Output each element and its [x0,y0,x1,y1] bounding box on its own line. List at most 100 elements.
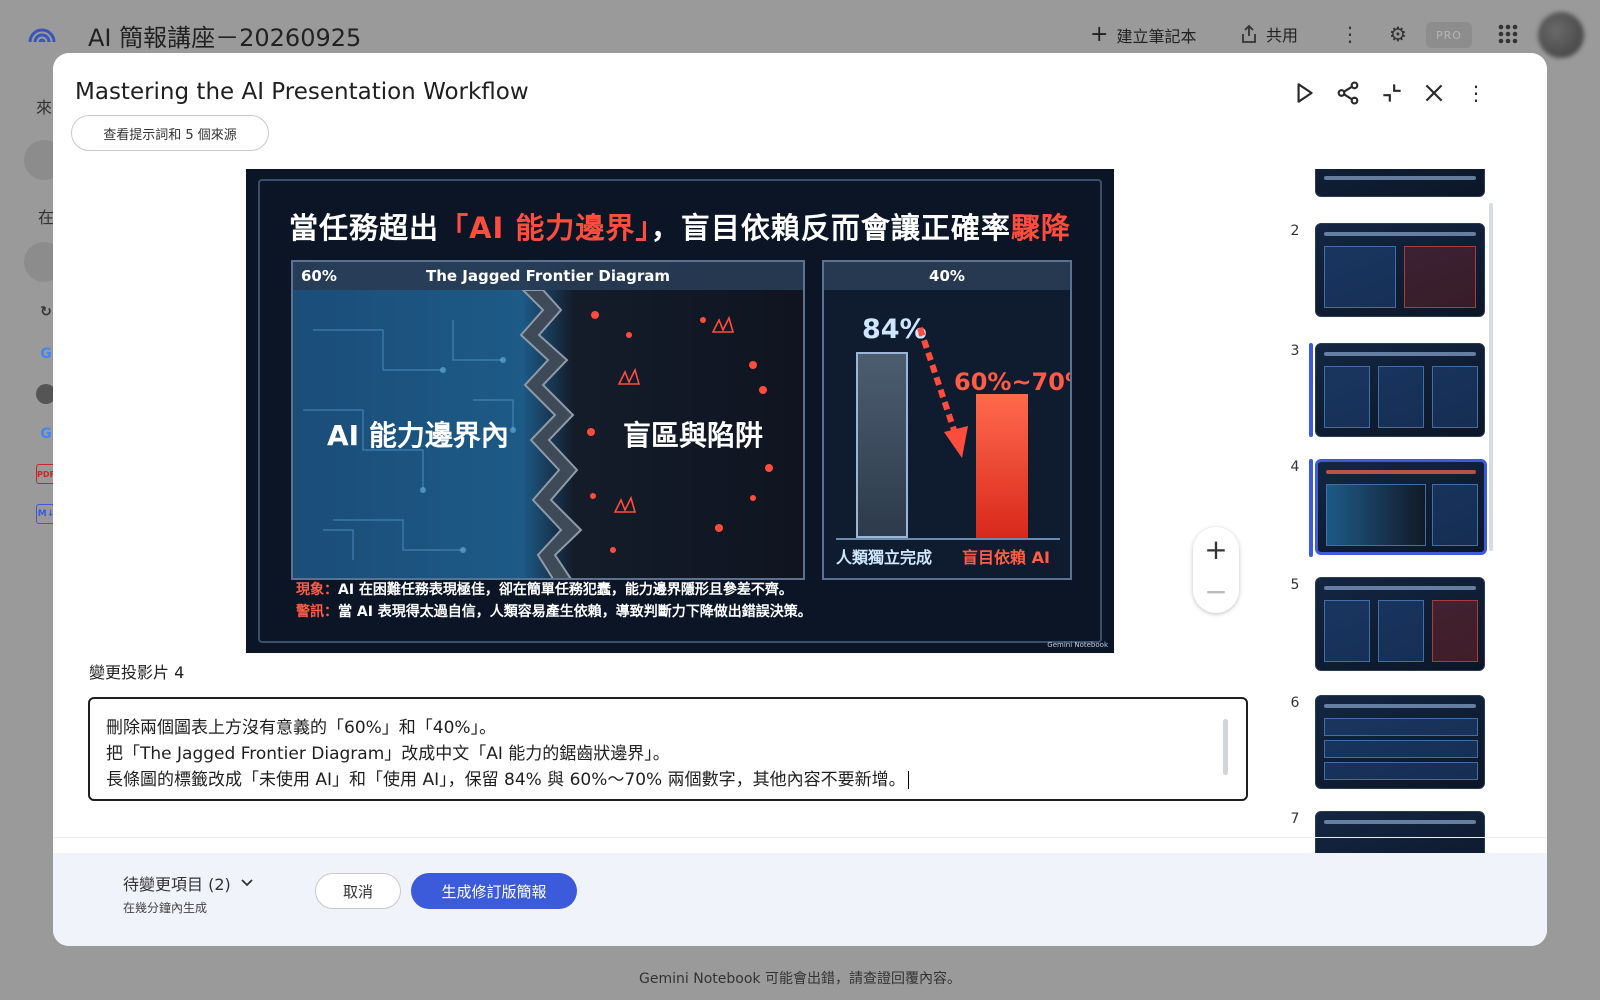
slide-note-warning: 警訊：當 AI 表現得太過自信，人類容易產生依賴，導致判斷力下降做出錯誤決策。 [296,601,812,621]
view-prompt-sources-button[interactable]: 查看提示詞和 5 個來源 [71,115,269,151]
more-options-icon[interactable]: ⋮ [1463,80,1489,106]
decline-arrow-icon [917,327,968,458]
pending-changes-label: 待變更項目 (2) [123,875,231,894]
note-warning-text: 當 AI 表現得太過自信，人類容易產生依賴，導致判斷力下降做出錯誤決策。 [338,604,812,620]
slide-editor-modal: Mastering the AI Presentation Workflow 查… [53,53,1547,946]
thumbnail-detail [1324,704,1476,708]
thumbnail-detail [1324,740,1478,758]
share-notebook-button[interactable]: 共用 [1240,22,1298,46]
slide-headline-pre: 當任務超出 [289,211,440,245]
thumbnail-detail [1326,484,1426,546]
thumbnail-detail [1324,718,1478,736]
thumbnail-number: 3 [1290,343,1300,359]
generate-revised-deck-button[interactable]: 生成修訂版簡報 [411,873,577,909]
plus-icon: + [1090,22,1109,47]
thumbnail-detail [1324,176,1476,180]
create-notebook-button[interactable]: + 建立筆記本 [1090,22,1196,47]
slide-thumbnail-list: 2 3 4 5 6 7 [1281,169,1501,889]
note-phenomenon-text: AI 在困難任務表現極佳，卻在簡單任務犯蠢，能力邊界隱形且參差不齊。 [338,582,793,598]
chart-category-ai: 盲目依賴 AI [962,548,1050,567]
pro-badge: PRO [1426,22,1472,48]
note-phenomenon-tag: 現象： [296,582,338,598]
thumbnail-progress-accent [1309,459,1313,557]
thumbnail-row-2[interactable]: 2 [1281,223,1501,319]
generation-eta: 在幾分鐘內生成 [123,901,208,915]
zoom-in-button[interactable]: + [1193,529,1239,569]
thumbnail-scrollbar[interactable] [1489,203,1493,551]
chart-category-human: 人類獨立完成 [836,548,933,567]
slide-headline-end: 驟降 [1010,211,1071,245]
thumbnail-detail [1378,600,1424,662]
share-icon[interactable] [1335,80,1361,106]
thumbnail-detail [1324,246,1396,308]
slide-thumbnail-1[interactable] [1315,169,1485,197]
chart-axis [836,538,1060,540]
slide-headline-mid: ，盲目依賴反而會讓正確率 [650,211,1011,245]
thumbnail-detail [1324,352,1476,356]
text-caret [907,771,909,789]
cancel-button[interactable]: 取消 [315,873,401,909]
thumbnail-detail [1324,586,1476,590]
slide-thumbnail-3[interactable] [1315,343,1485,437]
zone-inside-label: AI 能力邊界內 [327,419,509,452]
instruction-line: 把「The Jagged Frontier Diagram」改成中文「AI 能力… [106,744,670,764]
chevron-down-icon [241,879,253,887]
instruction-line: 刪除兩個圖表上方沒有意義的「60%」和「40%」。 [106,718,497,738]
notebook-logo-icon[interactable] [28,20,56,44]
note-warning-tag: 警訊： [296,604,338,620]
apps-grid-icon[interactable] [1496,22,1520,46]
instruction-line-last: 長條圖的標籤改成「未使用 AI」和「使用 AI」，保留 84% 與 60%～70… [106,767,1230,793]
zoom-out-button[interactable]: − [1193,571,1239,611]
slide-thumbnail-4-selected[interactable] [1315,459,1487,555]
thumbnail-detail [1378,366,1424,428]
close-icon[interactable] [1421,80,1447,106]
thumbnail-detail [1432,484,1478,546]
modal-title: Mastering the AI Presentation Workflow [75,79,529,105]
play-icon[interactable] [1291,80,1317,106]
share-upload-icon [1242,24,1256,43]
thumbnail-progress-accent [1309,343,1313,437]
change-instructions-textarea[interactable]: 刪除兩個圖表上方沒有意義的「60%」和「40%」。 把「The Jagged F… [88,697,1248,801]
pending-changes-dropdown[interactable]: 待變更項目 (2) [123,871,253,895]
thumbnail-number: 5 [1290,577,1300,593]
thumbnail-detail [1324,600,1370,662]
more-vert-icon[interactable]: ⋮ [1338,22,1362,46]
slide-thumbnail-6[interactable] [1315,695,1485,789]
thumbnail-number: 2 [1290,223,1300,239]
thumbnail-detail [1404,246,1476,308]
disclaimer-footer: Gemini Notebook 可能會出錯，請查證回覆內容。 [639,971,961,987]
slide-thumbnail-2[interactable] [1315,223,1485,317]
sources-heading: 來 [36,98,53,117]
slide-preview: 當任務超出「AI 能力邊界」，盲目依賴反而會讓正確率驟降 60% The Jag… [246,169,1114,653]
settings-gear-icon[interactable]: ⚙ [1386,22,1410,46]
thumbnail-row-3[interactable]: 3 [1281,343,1501,439]
collapse-icon[interactable] [1379,80,1405,106]
thumbnail-detail [1432,366,1478,428]
sources-panel-background: 來 在 ↻ G G PDF M↓ [0,70,64,940]
thumbnail-detail [1326,470,1476,474]
search-sources-label: 在 [38,208,55,227]
chart-bar-human [856,352,908,538]
left-panel-title: The Jagged Frontier Diagram [426,267,670,285]
instruction-line-text: 長條圖的標籤改成「未使用 AI」和「使用 AI」，保留 84% 與 60%～70… [106,770,906,790]
textarea-scrollbar[interactable] [1223,719,1228,775]
thumbnail-detail [1324,232,1476,236]
thumbnail-row-1[interactable] [1281,169,1501,199]
right-panel-header: 40% [824,262,1070,290]
pending-changes-bar: 待變更項目 (2) 在幾分鐘內生成 取消 生成修訂版簡報 [53,853,1547,946]
zoom-control: + − [1193,527,1239,613]
thumbnail-row-4[interactable]: 4 [1281,459,1501,557]
thumbnail-number: 6 [1290,695,1300,711]
create-notebook-label: 建立筆記本 [1116,26,1197,46]
thumbnail-detail [1324,820,1476,824]
slide-headline-highlight: 「AI 能力邊界」 [439,211,651,245]
user-avatar[interactable] [1538,12,1584,58]
thumbnail-number: 4 [1290,459,1300,475]
slide-thumbnail-5[interactable] [1315,577,1485,671]
accuracy-chart-panel: 40% 84% 60%~70% 人類獨立完成 盲目依賴 AI [822,260,1072,580]
notebook-title[interactable]: AI 簡報講座－20260925 [88,18,361,53]
jagged-frontier-panel: 60% The Jagged Frontier Diagram AI 能力邊界內… [291,260,805,580]
thumbnail-row-6[interactable]: 6 [1281,695,1501,791]
thumbnail-detail [1324,762,1478,780]
thumbnail-row-5[interactable]: 5 [1281,577,1501,673]
